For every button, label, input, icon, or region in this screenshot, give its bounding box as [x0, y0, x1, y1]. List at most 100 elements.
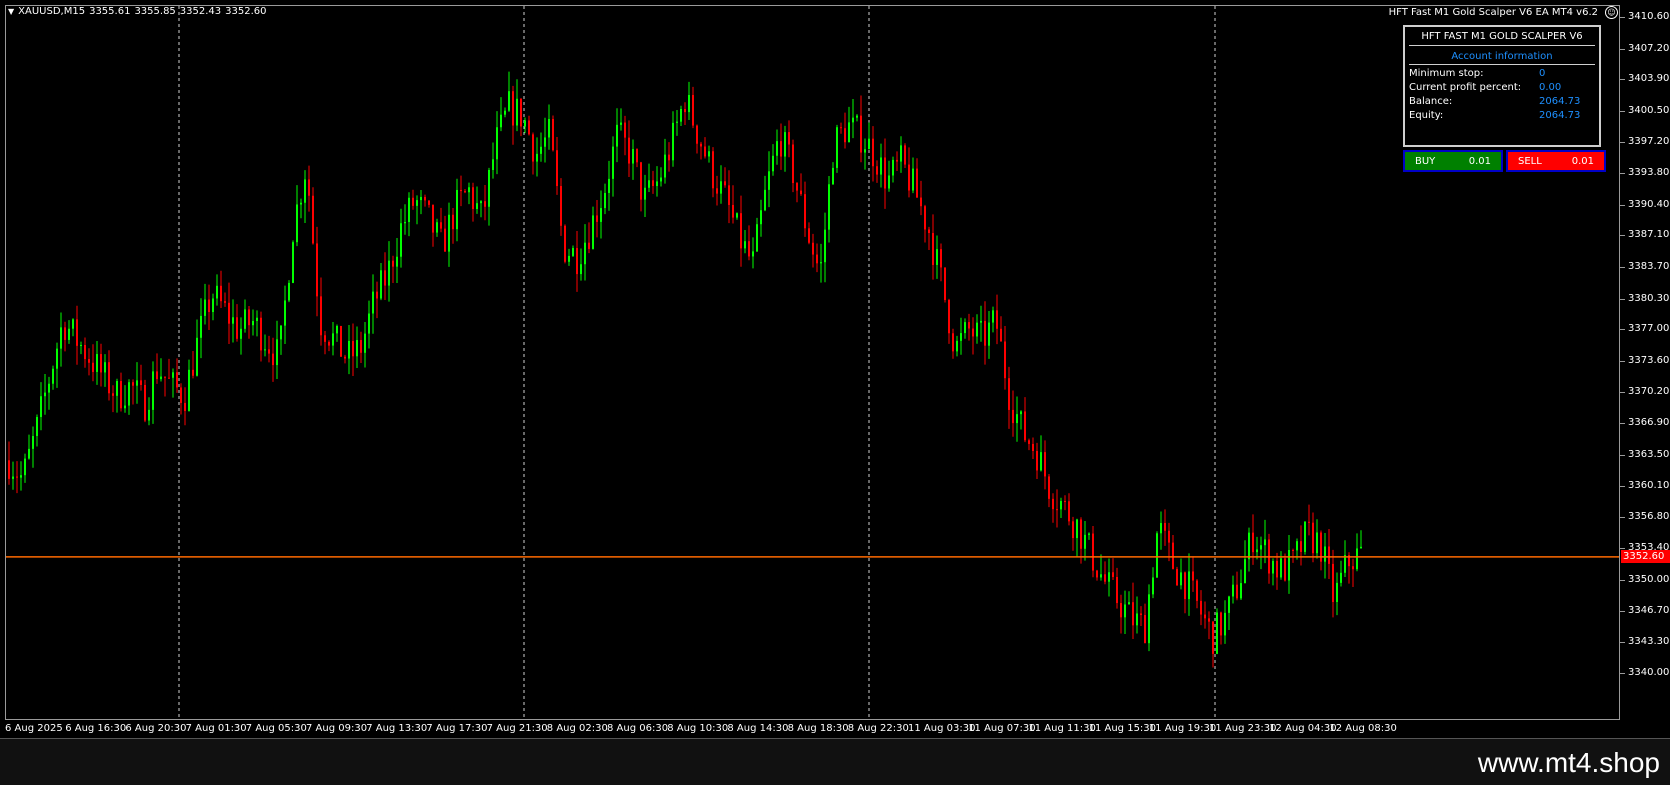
candle [588, 222, 590, 254]
candle [1132, 582, 1134, 639]
candle [516, 79, 518, 132]
candle [608, 160, 610, 211]
symbol-header: ▼ XAUUSD,M15 3355.61 3355.85 3352.43 3352.60 [8, 6, 271, 17]
candle [800, 173, 802, 196]
candle [1272, 558, 1274, 586]
price-tick-label: 3407.20 [1619, 42, 1670, 54]
candle [860, 95, 862, 163]
candle [1156, 531, 1158, 578]
candle [660, 167, 662, 187]
candle [1184, 571, 1186, 614]
price-tick-label: 3403.90 [1619, 73, 1670, 85]
candle [824, 212, 826, 283]
triangle-down-icon[interactable]: ▼ [8, 7, 14, 16]
candle [572, 245, 574, 257]
profit-percent-label: Current profit percent: [1409, 82, 1522, 93]
candle [488, 167, 490, 226]
candle [168, 358, 170, 379]
candle [276, 320, 278, 379]
candle [208, 284, 210, 331]
candle [24, 453, 26, 483]
candle [264, 334, 266, 357]
minimum-stop-value: 0 [1539, 68, 1546, 79]
candle [436, 218, 438, 237]
price-tick-label: 3377.00 [1619, 323, 1670, 335]
candle [336, 324, 338, 342]
candle [320, 277, 322, 346]
candle [172, 368, 174, 398]
candle [696, 124, 698, 154]
candle [416, 195, 418, 225]
candle [1288, 535, 1290, 594]
candle [536, 137, 538, 177]
candle [1280, 551, 1282, 580]
chart-area[interactable] [5, 5, 1620, 720]
time-tick-label: 7 Aug 01:30 [185, 723, 247, 734]
candle [1192, 556, 1194, 592]
candle [820, 243, 822, 283]
candle [180, 383, 182, 415]
price-tick-label: 3366.90 [1619, 417, 1670, 429]
candle [1300, 525, 1302, 566]
candle [1328, 529, 1330, 579]
candle [564, 224, 566, 264]
candle [1064, 495, 1066, 511]
time-tick-label: 7 Aug 13:30 [366, 723, 428, 734]
candle [408, 192, 410, 237]
candle [1284, 553, 1286, 582]
smiley-icon[interactable]: ☺ [1605, 6, 1618, 19]
candle [992, 306, 994, 333]
candle [1236, 571, 1238, 601]
price-tick-label: 3400.50 [1619, 104, 1670, 116]
candle [744, 230, 746, 254]
candle [444, 215, 446, 252]
candle [464, 189, 466, 194]
candle [284, 285, 286, 344]
sell-button[interactable]: SELL 0.01 [1506, 150, 1606, 172]
candle [968, 313, 970, 341]
time-tick-label: 8 Aug 06:30 [607, 723, 669, 734]
candle [944, 267, 946, 303]
candle [1276, 552, 1278, 590]
time-axis[interactable]: 6 Aug 2025 6 Aug 16:30 6 Aug 20:30 7 Aug 01… [5, 720, 1620, 738]
candle [600, 190, 602, 239]
candle [708, 145, 710, 163]
candle [1044, 440, 1046, 490]
buy-button[interactable]: BUY 0.01 [1403, 150, 1503, 172]
candle [216, 274, 218, 306]
candle [1240, 569, 1242, 601]
time-tick-label: 8 Aug 14:30 [727, 723, 789, 734]
candle [732, 185, 734, 224]
time-tick-label: 7 Aug 17:30 [426, 723, 488, 734]
candle [1056, 489, 1058, 528]
candle [676, 109, 678, 136]
price-axis[interactable]: 3410.60 3407.20 3403.90 3400.50 3397.20 3393.… [1619, 5, 1670, 720]
ea-title: HFT Fast M1 Gold Scalper V6 EA MT4 v6.2 [1388, 7, 1598, 18]
candlestick-chart[interactable] [6, 6, 1619, 719]
candle [72, 318, 74, 337]
candle [636, 148, 638, 168]
candle [492, 142, 494, 179]
candle [688, 81, 690, 121]
price-tick-label: 3390.40 [1619, 198, 1670, 210]
candle [680, 105, 682, 126]
candle [964, 318, 966, 339]
candle [816, 243, 818, 273]
candle [300, 198, 302, 219]
candle [204, 283, 206, 325]
candle [420, 190, 422, 215]
candle [412, 189, 414, 210]
time-tick-label: 11 Aug 11:30 [1028, 723, 1096, 734]
candle [1152, 567, 1154, 599]
candle [980, 305, 982, 342]
candle [188, 359, 190, 412]
candle [596, 199, 598, 238]
candle [828, 175, 830, 243]
candle [236, 304, 238, 342]
candle [928, 226, 930, 251]
candle [584, 224, 586, 281]
candle [648, 163, 650, 192]
candle [856, 114, 858, 122]
candle [752, 237, 754, 269]
candle [712, 147, 714, 198]
